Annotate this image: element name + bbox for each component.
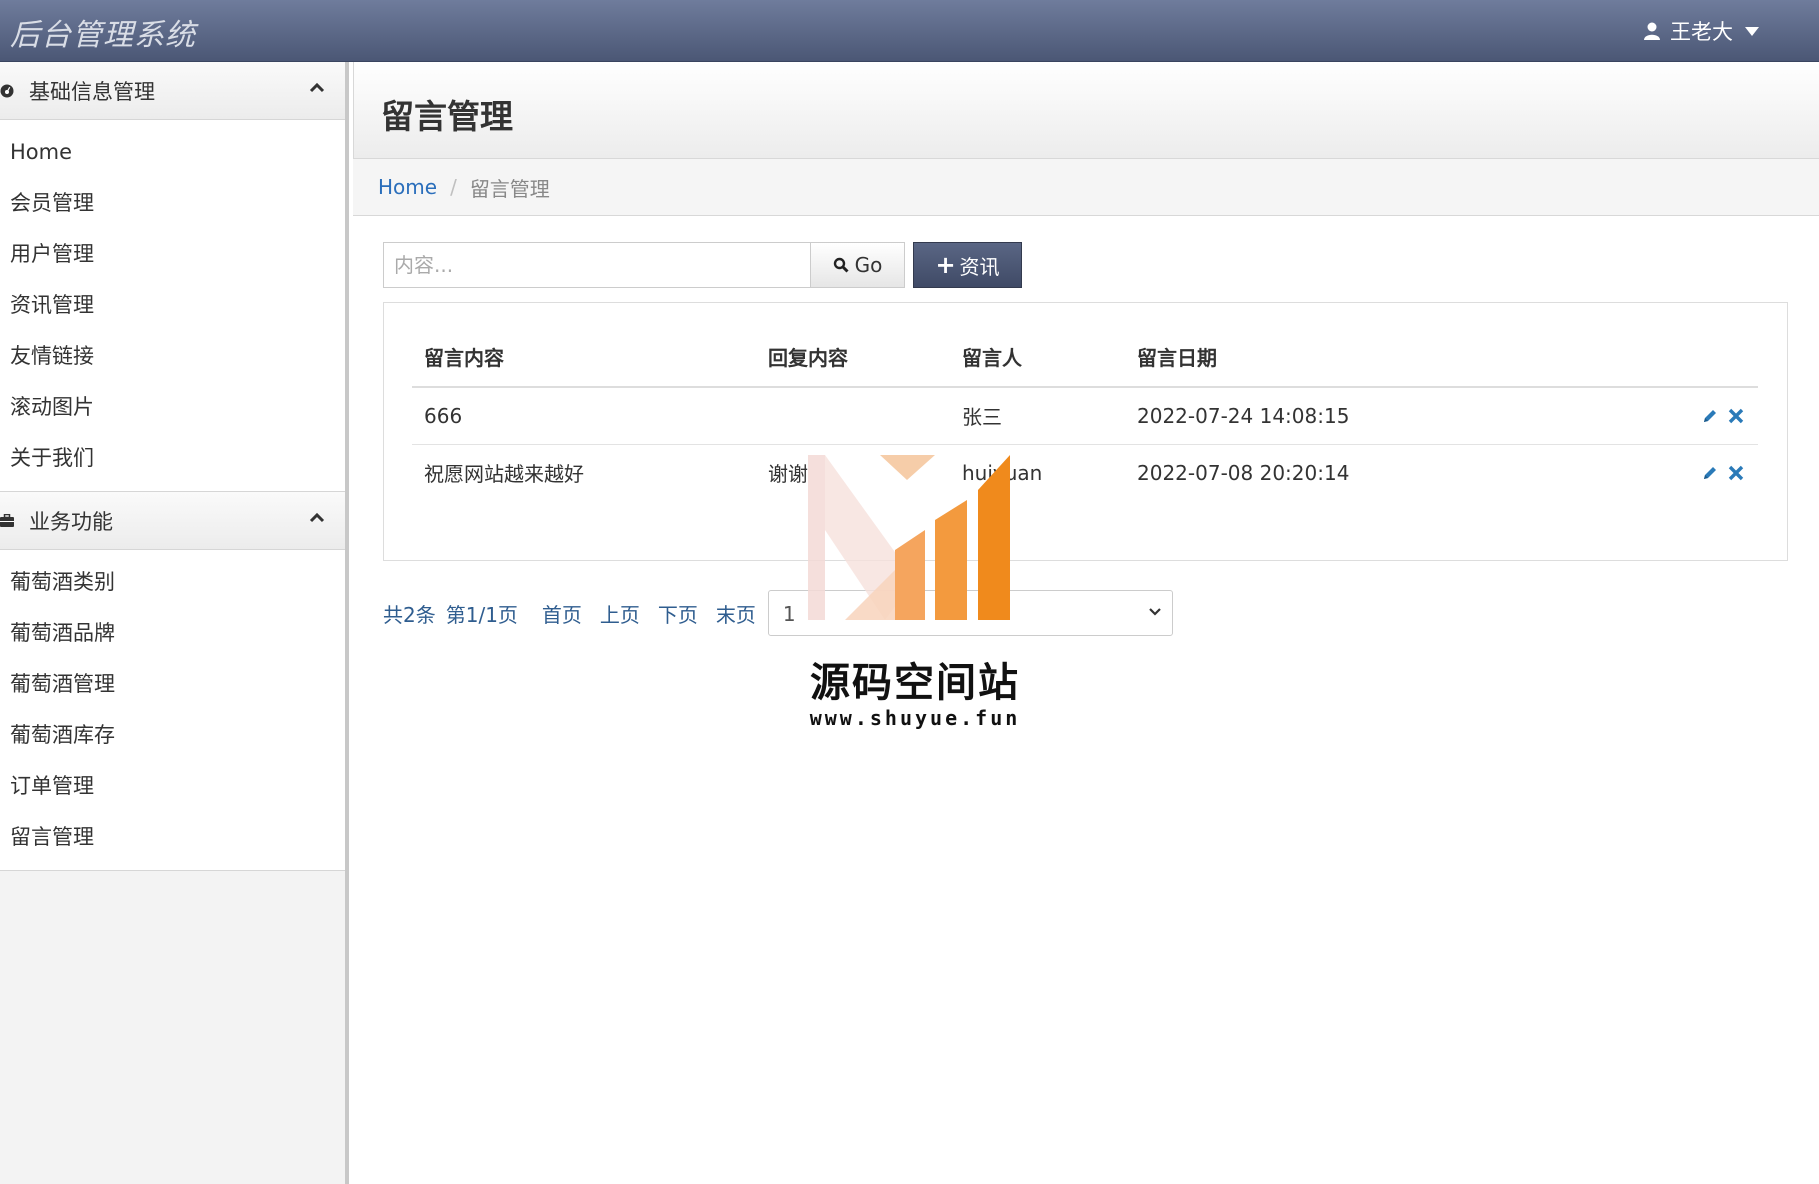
- cell-actions: [1425, 387, 1758, 445]
- add-news-button[interactable]: + 资讯: [913, 242, 1022, 288]
- page-title: 留言管理: [381, 97, 513, 136]
- top-navbar: 后台管理系统 王老大: [0, 0, 1819, 62]
- message-table: 留言内容 回复内容 留言人 留言日期 666 张三 2022-07-24 14:…: [412, 327, 1758, 501]
- sidebar-item-orders[interactable]: 订单管理: [0, 761, 345, 812]
- sidebar-item-members[interactable]: 会员管理: [0, 178, 345, 229]
- pager-next-link[interactable]: 下页: [658, 599, 698, 628]
- edit-icon[interactable]: [1702, 405, 1718, 429]
- breadcrumb-current: 留言管理: [469, 176, 550, 201]
- sidebar-item-wine-brand[interactable]: 葡萄酒品牌: [0, 608, 345, 659]
- user-icon: [1644, 22, 1660, 40]
- search-input[interactable]: [383, 242, 810, 288]
- dashboard-icon: [0, 84, 16, 98]
- sidebar-group-basic-list: Home 会员管理 用户管理 资讯管理 友情链接 滚动图片 关于我们: [0, 120, 345, 492]
- edit-icon[interactable]: [1702, 462, 1718, 486]
- breadcrumb-separator: /: [450, 175, 457, 199]
- sidebar-item-wine-category[interactable]: 葡萄酒类别: [0, 557, 345, 608]
- pager-first-link[interactable]: 首页: [542, 599, 582, 628]
- pager-prev-link[interactable]: 上页: [600, 599, 640, 628]
- user-menu[interactable]: 王老大: [1644, 16, 1769, 46]
- sidebar-item-slides[interactable]: 滚动图片: [0, 382, 345, 433]
- sidebar-group-business-list: 葡萄酒类别 葡萄酒品牌 葡萄酒管理 葡萄酒库存 订单管理 留言管理: [0, 550, 345, 871]
- sidebar-item-wine-manage[interactable]: 葡萄酒管理: [0, 659, 345, 710]
- app-brand[interactable]: 后台管理系统: [10, 10, 196, 54]
- sidebar-item-messages[interactable]: 留言管理: [0, 812, 345, 863]
- delete-icon[interactable]: [1728, 462, 1744, 486]
- search-icon: [833, 257, 849, 273]
- user-name: 王老大: [1670, 20, 1733, 44]
- cell-reply: [756, 387, 950, 445]
- table-container: 留言内容 回复内容 留言人 留言日期 666 张三 2022-07-24 14:…: [383, 302, 1788, 561]
- sidebar-group-title: 业务功能: [29, 509, 113, 534]
- caret-down-icon: [1745, 26, 1759, 36]
- column-header-actions: [1425, 327, 1758, 388]
- cell-date: 2022-07-08 20:20:14: [1137, 460, 1350, 485]
- cell-date: 2022-07-24 14:08:15: [1125, 387, 1425, 445]
- go-button[interactable]: Go: [810, 242, 905, 288]
- sidebar-group-title: 基础信息管理: [29, 79, 155, 104]
- plus-icon: +: [935, 251, 956, 279]
- sidebar-item-news[interactable]: 资讯管理: [0, 280, 345, 331]
- go-button-label: Go: [854, 253, 883, 277]
- cell-actions: [1425, 444, 1758, 501]
- chevron-down-icon: [1149, 608, 1161, 616]
- page-select-value: 1: [782, 602, 796, 626]
- sidebar-group-basic-header[interactable]: 基础信息管理: [0, 62, 345, 120]
- breadcrumb-home-link[interactable]: Home: [378, 175, 437, 199]
- pager-last-link[interactable]: 末页: [716, 599, 756, 628]
- column-header-reply: 回复内容: [756, 327, 950, 388]
- table-header-row: 留言内容 回复内容 留言人 留言日期: [412, 327, 1758, 388]
- column-header-author: 留言人: [950, 327, 1125, 388]
- cell-content: 祝愿网站越来越好: [424, 462, 584, 487]
- table-row: 祝愿网站越来越好 谢谢 huiyuan 2022-07-08 20:20:14: [412, 444, 1758, 501]
- search-toolbar: Go + 资讯: [383, 242, 1022, 288]
- column-header-content: 留言内容: [412, 327, 756, 388]
- cell-content: 666: [412, 387, 756, 445]
- cell-author: huiyuan: [962, 460, 1043, 485]
- sidebar-item-wine-stock[interactable]: 葡萄酒库存: [0, 710, 345, 761]
- cell-author: 张三: [950, 387, 1125, 445]
- pagination: 共2条 第1/1页 首页 上页 下页 末页 1: [383, 590, 1173, 636]
- delete-icon[interactable]: [1728, 405, 1744, 429]
- pager-page-info: 第1/1页: [445, 602, 518, 627]
- cell-reply: 谢谢: [768, 462, 808, 487]
- column-header-date: 留言日期: [1125, 327, 1425, 388]
- main-content: 留言管理 Home / 留言管理 Go + 资讯 留言内容 回复内容 留言人 留…: [353, 62, 1819, 1184]
- add-button-label: 资讯: [959, 254, 1000, 279]
- chevron-up-icon: [309, 512, 325, 523]
- sidebar: 基础信息管理 Home 会员管理 用户管理 资讯管理 友情链接 滚动图片 关于我…: [0, 62, 349, 1184]
- chevron-up-icon: [309, 82, 325, 93]
- sidebar-item-links[interactable]: 友情链接: [0, 331, 345, 382]
- page-header: 留言管理: [353, 62, 1819, 159]
- sidebar-group-business-header[interactable]: 业务功能: [0, 492, 345, 550]
- briefcase-icon: [0, 514, 16, 527]
- table-row: 666 张三 2022-07-24 14:08:15: [412, 387, 1758, 445]
- sidebar-item-users[interactable]: 用户管理: [0, 229, 345, 280]
- pager-total: 共2条: [383, 602, 436, 627]
- page-select[interactable]: 1: [767, 590, 1173, 636]
- sidebar-item-about[interactable]: 关于我们: [0, 433, 345, 484]
- breadcrumb: Home / 留言管理: [353, 159, 1819, 216]
- sidebar-item-home[interactable]: Home: [0, 127, 345, 178]
